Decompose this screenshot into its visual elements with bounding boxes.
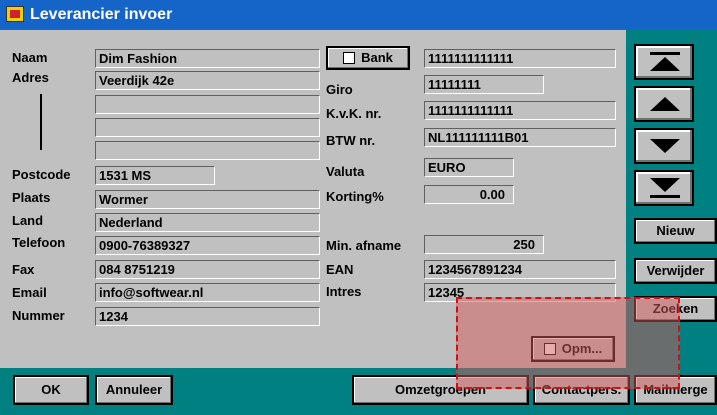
postcode-field[interactable]: 1531 MS	[95, 166, 215, 185]
nummer-field[interactable]: 1234	[95, 307, 320, 326]
ean-field[interactable]: 1234567891234	[424, 260, 616, 279]
label-ean: EAN	[326, 262, 354, 277]
valuta-field[interactable]: EURO	[424, 158, 514, 177]
bank-checkbox-button[interactable]: Bank	[326, 46, 410, 70]
label-plaats: Plaats	[12, 190, 51, 205]
last-record-button[interactable]	[634, 170, 694, 206]
label-land: Land	[12, 213, 44, 228]
highlight-overlay	[456, 297, 680, 389]
supplier-entry-window: Leverancier invoer Naam Adres Postcode P…	[0, 0, 717, 415]
previous-record-button[interactable]	[634, 86, 694, 122]
arrow-down-icon	[650, 139, 680, 153]
adres-field-1[interactable]: Veerdijk 42e	[95, 71, 320, 90]
fax-field[interactable]: 084 8751219	[95, 260, 320, 279]
label-email: Email	[12, 285, 47, 300]
nieuw-button[interactable]: Nieuw	[634, 218, 717, 244]
naam-field[interactable]: Dim Fashion	[95, 49, 320, 68]
plaats-field[interactable]: Wormer	[95, 190, 320, 209]
min-afname-field[interactable]: 250	[424, 235, 544, 254]
address-bracket-line	[40, 94, 42, 150]
bank-checkbox[interactable]	[343, 51, 356, 64]
bank-field[interactable]: 1111111111111	[424, 49, 616, 68]
label-postcode: Postcode	[12, 167, 71, 182]
email-field[interactable]: info@softwear.nl	[95, 283, 320, 302]
annuleer-button[interactable]: Annuleer	[95, 375, 173, 405]
btw-field[interactable]: NL111111111B01	[424, 128, 616, 147]
app-icon	[6, 6, 24, 22]
first-bar-icon	[650, 52, 680, 55]
label-valuta: Valuta	[326, 164, 365, 179]
label-korting: Korting%	[326, 189, 384, 204]
first-record-button[interactable]	[634, 44, 694, 80]
label-kvk: K.v.K. nr.	[326, 106, 382, 121]
next-record-button[interactable]	[634, 128, 694, 164]
adres-field-2[interactable]	[95, 95, 320, 114]
label-nummer: Nummer	[12, 308, 65, 323]
ok-button[interactable]: OK	[13, 375, 89, 405]
land-field[interactable]: Nederland	[95, 213, 320, 232]
window-title: Leverancier invoer	[30, 6, 173, 23]
title-bar: Leverancier invoer	[0, 0, 717, 30]
label-fax: Fax	[12, 262, 35, 277]
label-min-afname: Min. afname	[326, 238, 402, 253]
label-btw: BTW nr.	[326, 133, 376, 148]
first-record-icon	[650, 57, 680, 71]
verwijder-button[interactable]: Verwijder	[634, 258, 717, 284]
arrow-up-icon	[650, 97, 680, 111]
label-giro: Giro	[326, 82, 353, 97]
label-adres: Adres	[12, 70, 49, 85]
label-naam: Naam	[12, 50, 48, 65]
last-bar-icon	[650, 195, 680, 198]
adres-field-3[interactable]	[95, 118, 320, 137]
label-telefoon: Telefoon	[12, 235, 66, 250]
bank-button-label: Bank	[361, 50, 393, 65]
korting-field[interactable]: 0.00	[424, 185, 514, 204]
giro-field[interactable]: 11111111	[424, 75, 544, 94]
telefoon-field[interactable]: 0900-76389327	[95, 236, 320, 255]
last-record-icon	[650, 178, 680, 192]
label-intres: Intres	[326, 284, 362, 299]
kvk-field[interactable]: 1111111111111	[424, 101, 616, 120]
adres-field-4[interactable]	[95, 141, 320, 160]
